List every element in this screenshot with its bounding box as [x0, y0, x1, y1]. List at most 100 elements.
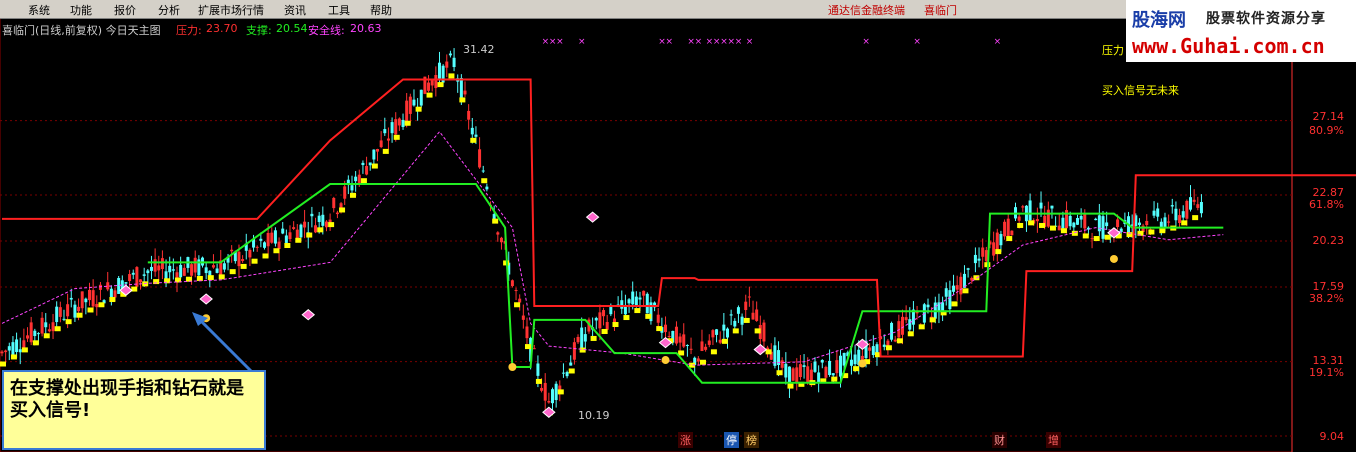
- trend-step: [196, 275, 203, 281]
- candle-body: [18, 349, 22, 353]
- trend-step: [240, 263, 247, 269]
- candle-body: [1072, 222, 1076, 228]
- trend-step: [896, 338, 903, 344]
- candle-body: [499, 237, 503, 243]
- candle-body: [806, 366, 810, 383]
- candle-body: [1039, 202, 1043, 209]
- trend-step: [371, 163, 378, 169]
- candle-body: [357, 174, 361, 185]
- trend-step: [1148, 229, 1155, 235]
- candle-body: [215, 268, 219, 273]
- candle-body: [1178, 215, 1182, 224]
- candle-body: [437, 62, 441, 79]
- candle-body: [343, 186, 347, 199]
- trend-step: [295, 237, 302, 243]
- trend-step: [590, 335, 597, 341]
- candle-body: [1021, 206, 1025, 208]
- trend-step: [918, 324, 925, 330]
- menu-news[interactable]: 资讯: [284, 2, 306, 18]
- trend-step: [634, 308, 641, 314]
- candle-body: [397, 118, 401, 126]
- candle-body: [638, 297, 642, 300]
- candle-body: [430, 80, 434, 86]
- menu-function[interactable]: 功能: [70, 2, 92, 18]
- candle-body: [259, 238, 263, 241]
- candle-body: [193, 257, 197, 273]
- candle-body: [303, 221, 307, 228]
- candle-body: [1189, 197, 1193, 210]
- candle-body: [113, 290, 117, 298]
- candle-body: [835, 360, 839, 374]
- side-buy-signal-note: 买入信号无未来: [1102, 84, 1179, 97]
- event-ranking[interactable]: 榜: [744, 432, 759, 448]
- top-x-marker: ×: [913, 37, 921, 47]
- candle-body: [561, 372, 565, 374]
- event-limit-up[interactable]: 涨: [678, 432, 693, 448]
- trend-step: [514, 302, 521, 308]
- event-share-increase[interactable]: 增: [1046, 432, 1061, 448]
- buy-signal-callout: 在支撑处出现手指和钻石就是买入信号!: [2, 370, 266, 450]
- candle-body: [368, 162, 372, 166]
- candle-body: [310, 213, 314, 217]
- candle-body: [222, 263, 226, 270]
- candle-body: [270, 232, 274, 243]
- menu-tools[interactable]: 工具: [328, 2, 350, 18]
- menu-extended-market[interactable]: 扩展市场行情: [198, 2, 264, 18]
- candle-body: [536, 363, 540, 376]
- candle-body: [696, 358, 700, 362]
- menu-analysis[interactable]: 分析: [158, 2, 180, 18]
- trend-step: [524, 344, 531, 350]
- candle-body: [15, 339, 19, 352]
- menu-quote[interactable]: 报价: [114, 2, 136, 18]
- menu-system[interactable]: 系统: [28, 2, 50, 18]
- candle-body: [1174, 208, 1178, 221]
- event-financial-report[interactable]: 财: [992, 432, 1007, 448]
- trend-step: [656, 326, 663, 332]
- candle-body: [955, 285, 959, 290]
- candle-body: [828, 360, 832, 375]
- candle-body: [689, 348, 693, 350]
- trend-step: [251, 258, 258, 264]
- candle-body: [412, 99, 416, 106]
- axis-pct-19-1: 19.1%: [1309, 366, 1344, 379]
- candle-body: [321, 214, 325, 226]
- candle-body: [87, 289, 91, 301]
- candle-body: [204, 267, 208, 274]
- candle-body: [262, 242, 266, 248]
- trend-step: [732, 328, 739, 334]
- candle-body: [747, 296, 751, 298]
- menu-help[interactable]: 帮助: [370, 2, 392, 18]
- candle-body: [973, 254, 977, 264]
- candle-body: [361, 162, 365, 166]
- candle-body: [237, 251, 241, 267]
- event-halt[interactable]: 停: [724, 432, 739, 448]
- trend-step: [1006, 236, 1013, 242]
- candle-body: [1028, 200, 1032, 221]
- candle-body: [893, 339, 897, 342]
- promo-tdx-terminal[interactable]: 通达信金融终端: [828, 2, 905, 18]
- candle-body: [572, 342, 576, 360]
- candle-body: [1075, 218, 1079, 225]
- candle-body: [376, 149, 380, 152]
- top-x-marker: ×: [862, 37, 870, 47]
- diamond-signal-icon: [753, 343, 768, 356]
- callout-text: 在支撑处出现手指和钻石就是买入信号!: [10, 378, 244, 421]
- candle-body: [171, 269, 175, 271]
- top-x-marker: ×: [556, 37, 564, 47]
- candle-body: [540, 387, 544, 391]
- candle-body: [248, 249, 252, 258]
- candle-body: [1170, 205, 1174, 207]
- trend-step: [426, 92, 433, 98]
- candle-body: [952, 285, 956, 292]
- candle-body: [386, 138, 390, 141]
- candle-body: [820, 359, 824, 363]
- candle-body: [583, 334, 587, 342]
- candle-body: [142, 274, 146, 276]
- trend-step: [1071, 230, 1078, 236]
- candle-body: [551, 389, 555, 404]
- candle-body: [729, 314, 733, 316]
- top-x-marker: ×: [666, 37, 674, 47]
- candle-body: [383, 129, 387, 134]
- trend-step: [229, 269, 236, 275]
- promo-stock-name[interactable]: 喜临门: [924, 2, 957, 18]
